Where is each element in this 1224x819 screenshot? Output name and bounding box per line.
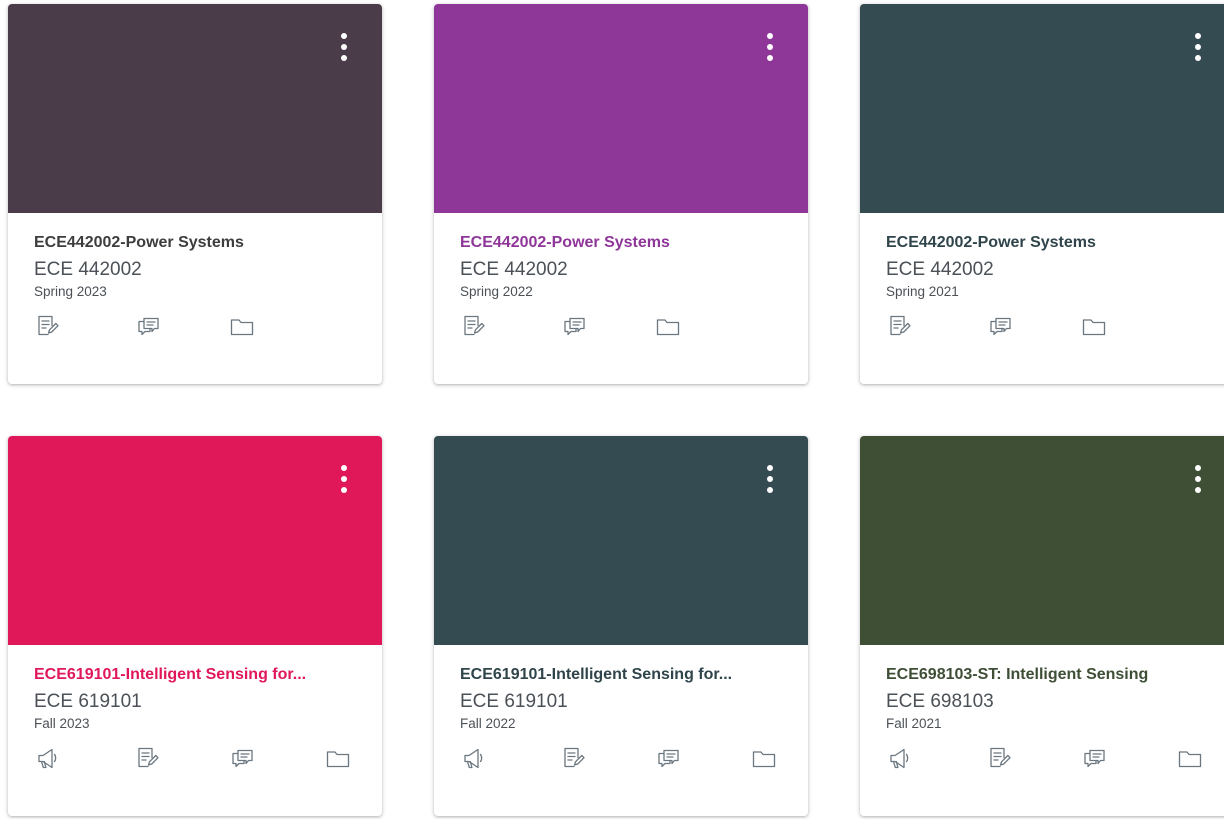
course-term: Fall 2023 [34, 716, 90, 731]
card-options-menu-icon[interactable] [338, 30, 350, 66]
card-action-bar [34, 312, 356, 340]
files-icon[interactable] [654, 312, 682, 340]
course-code: ECE 442002 [460, 259, 568, 280]
course-term: Spring 2022 [460, 284, 533, 299]
course-title-link[interactable]: ECE442002-Power Systems [34, 233, 356, 253]
assignments-icon[interactable] [986, 744, 1014, 772]
assignments-icon[interactable] [560, 744, 588, 772]
discussions-icon[interactable] [228, 744, 256, 772]
assignments-icon[interactable] [886, 312, 914, 340]
course-title-link[interactable]: ECE698103-ST: Intelligent Sensing [886, 665, 1204, 685]
assignments-icon[interactable] [460, 312, 488, 340]
card-action-bar [34, 744, 356, 772]
card-action-bar [460, 744, 782, 772]
course-term: Spring 2023 [34, 284, 107, 299]
course-term: Fall 2022 [460, 716, 516, 731]
assignments-icon[interactable] [134, 744, 162, 772]
course-title-link[interactable]: ECE619101-Intelligent Sensing for... [34, 665, 356, 685]
course-code: ECE 442002 [34, 259, 142, 280]
course-code: ECE 619101 [460, 691, 568, 712]
card-hero[interactable] [860, 436, 1224, 645]
announcements-icon[interactable] [886, 744, 914, 772]
discussions-icon[interactable] [1080, 744, 1108, 772]
course-title-link[interactable]: ECE442002-Power Systems [460, 233, 782, 253]
files-icon[interactable] [228, 312, 256, 340]
discussions-icon[interactable] [134, 312, 162, 340]
course-card[interactable]: ECE619101-Intelligent Sensing for... ECE… [434, 436, 808, 816]
card-options-menu-icon[interactable] [764, 462, 776, 498]
course-card[interactable]: ECE442002-Power Systems ECE 442002 Sprin… [434, 4, 808, 384]
discussions-icon[interactable] [654, 744, 682, 772]
card-options-menu-icon[interactable] [338, 462, 350, 498]
discussions-icon[interactable] [560, 312, 588, 340]
card-options-menu-icon[interactable] [1192, 462, 1204, 498]
discussions-icon[interactable] [986, 312, 1014, 340]
files-icon[interactable] [1176, 744, 1204, 772]
card-hero[interactable] [434, 436, 808, 645]
course-term: Spring 2021 [886, 284, 959, 299]
card-hero[interactable] [860, 4, 1224, 213]
card-action-bar [460, 312, 782, 340]
card-options-menu-icon[interactable] [1192, 30, 1204, 66]
course-code: ECE 619101 [34, 691, 142, 712]
course-title-link[interactable]: ECE442002-Power Systems [886, 233, 1204, 253]
course-title-link[interactable]: ECE619101-Intelligent Sensing for... [460, 665, 782, 685]
card-action-bar [886, 744, 1204, 772]
files-icon[interactable] [750, 744, 778, 772]
course-card[interactable]: ECE442002-Power Systems ECE 442002 Sprin… [860, 4, 1224, 384]
course-card[interactable]: ECE698103-ST: Intelligent Sensing ECE 69… [860, 436, 1224, 816]
card-action-bar [886, 312, 1204, 340]
course-term: Fall 2021 [886, 716, 942, 731]
card-hero[interactable] [8, 436, 382, 645]
course-code: ECE 698103 [886, 691, 994, 712]
files-icon[interactable] [1080, 312, 1108, 340]
files-icon[interactable] [324, 744, 352, 772]
card-options-menu-icon[interactable] [764, 30, 776, 66]
course-card[interactable]: ECE619101-Intelligent Sensing for... ECE… [8, 436, 382, 816]
announcements-icon[interactable] [460, 744, 488, 772]
card-hero[interactable] [8, 4, 382, 213]
assignments-icon[interactable] [34, 312, 62, 340]
announcements-icon[interactable] [34, 744, 62, 772]
course-code: ECE 442002 [886, 259, 994, 280]
course-card[interactable]: ECE442002-Power Systems ECE 442002 Sprin… [8, 4, 382, 384]
card-hero[interactable] [434, 4, 808, 213]
